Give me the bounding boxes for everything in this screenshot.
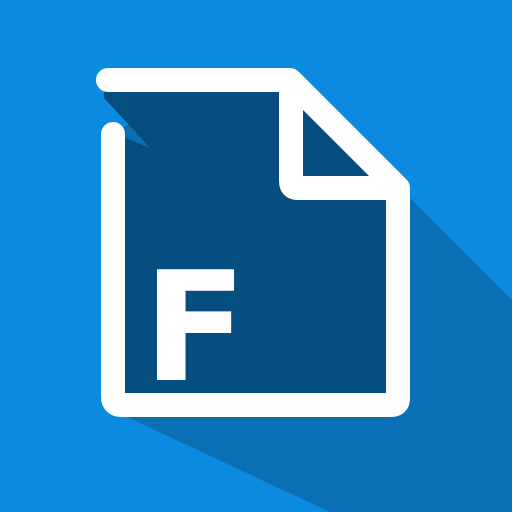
file-letter: F: [143, 239, 247, 416]
file-icon: F: [0, 0, 512, 512]
file-app-icon: F: [0, 0, 512, 512]
